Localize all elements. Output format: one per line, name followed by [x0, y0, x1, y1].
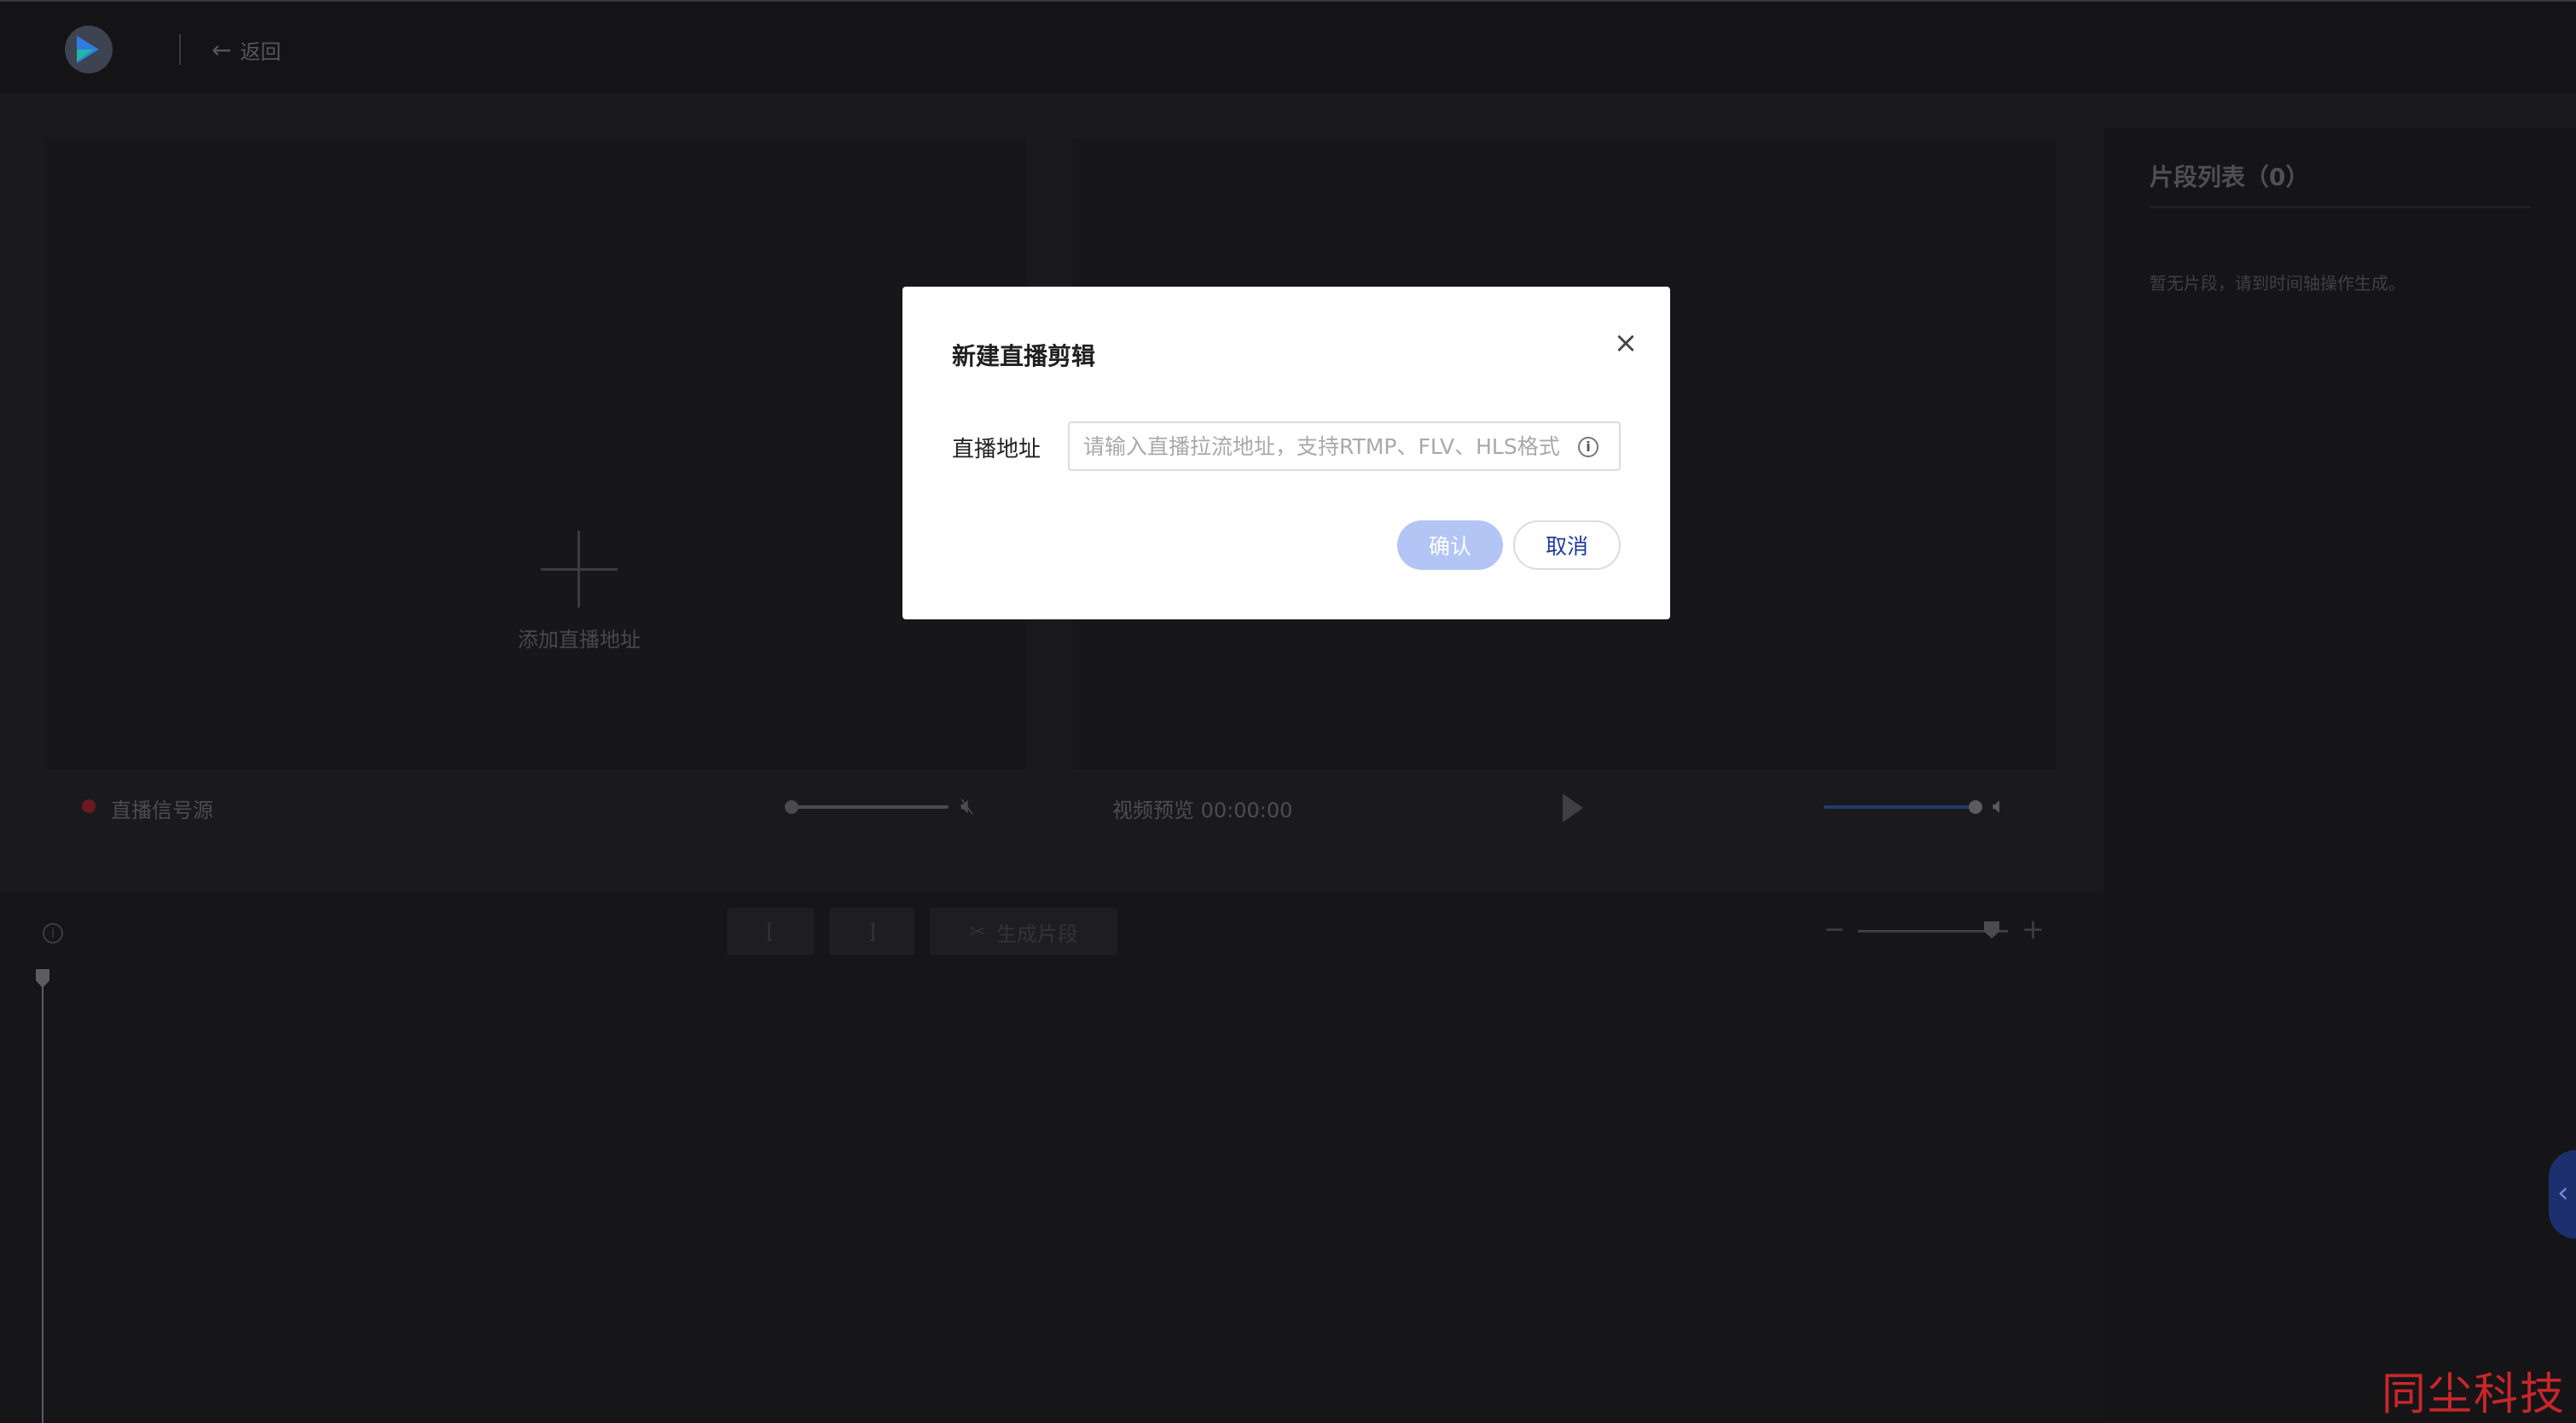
live-url-label: 直播地址 [952, 437, 1041, 462]
mark-out-button[interactable]: ] [829, 908, 914, 955]
scissors-icon: ✂ [968, 920, 987, 944]
back-button[interactable]: ← 返回 [212, 34, 281, 65]
preview-volume-slider[interactable] [1824, 805, 1974, 809]
clip-list-panel: 片段列表（0） 暂无片段，请到时间轴操作生成。 [2103, 128, 2576, 1423]
close-icon[interactable]: × [1604, 321, 1648, 365]
generate-clip-button[interactable]: ✂ 生成片段 [930, 908, 1117, 955]
add-plus-icon-vertical[interactable] [577, 531, 580, 607]
app-logo-icon[interactable] [65, 26, 113, 73]
clip-list-empty-text: 暂无片段，请到时间轴操作生成。 [2150, 273, 2405, 293]
playhead-handle[interactable] [36, 969, 49, 988]
live-url-input[interactable] [1068, 421, 1621, 471]
add-live-url-label[interactable]: 添加直播地址 [471, 623, 688, 653]
live-controls: 直播信号源 🔇︎ [44, 785, 1027, 828]
timeline-panel: i [ ] ✂ 生成片段 − + [0, 892, 2103, 1423]
watermark-text: 同尘科技 [2382, 1369, 2567, 1420]
generate-clip-label: 生成片段 [996, 921, 1079, 946]
mark-in-button[interactable]: [ [727, 908, 814, 955]
zoom-in-icon[interactable]: + [2022, 913, 2045, 945]
clip-list-title: 片段列表（0） [2150, 163, 2310, 191]
preview-controls: 视频预览 00:00:00 🔈︎ [1073, 785, 2056, 828]
confirm-button[interactable]: 确认 [1397, 520, 1503, 570]
info-icon[interactable]: i [43, 923, 63, 944]
dialog-title: 新建直播剪辑 [952, 342, 1096, 370]
play-icon[interactable] [1563, 793, 1583, 822]
new-live-clip-dialog: 新建直播剪辑 × 直播地址 i 确认 取消 [902, 287, 1670, 619]
bracket-right-icon: ] [867, 920, 876, 944]
info-icon[interactable]: i [1578, 437, 1598, 457]
live-signal-label: 直播信号源 [111, 799, 213, 822]
live-source-panel[interactable]: 添加直播地址 [44, 138, 1027, 770]
side-drawer-toggle[interactable]: ‹ [2549, 1150, 2576, 1239]
back-label: 返回 [240, 39, 281, 64]
zoom-slider-knob[interactable] [1984, 921, 1999, 938]
top-bar: ← 返回 [0, 0, 2576, 94]
live-status-dot-icon [82, 799, 96, 813]
live-volume-slider[interactable] [792, 805, 949, 809]
live-volume-knob[interactable] [785, 800, 798, 814]
header-divider [179, 34, 181, 65]
cancel-button[interactable]: 取消 [1513, 520, 1621, 570]
chevron-left-icon: ‹ [2557, 1176, 2569, 1210]
arrow-left-icon: ← [212, 35, 232, 64]
volume-muted-icon[interactable]: 🔇︎ [960, 793, 974, 820]
clip-list-divider [2150, 206, 2530, 208]
volume-icon[interactable]: 🔈︎ [1993, 793, 2006, 820]
preview-volume-knob[interactable] [1969, 800, 1982, 814]
zoom-out-icon[interactable]: − [1824, 915, 1845, 944]
playhead-line [42, 986, 44, 1423]
preview-time-label: 视频预览 00:00:00 [1112, 799, 1293, 822]
bracket-left-icon: [ [766, 920, 775, 944]
